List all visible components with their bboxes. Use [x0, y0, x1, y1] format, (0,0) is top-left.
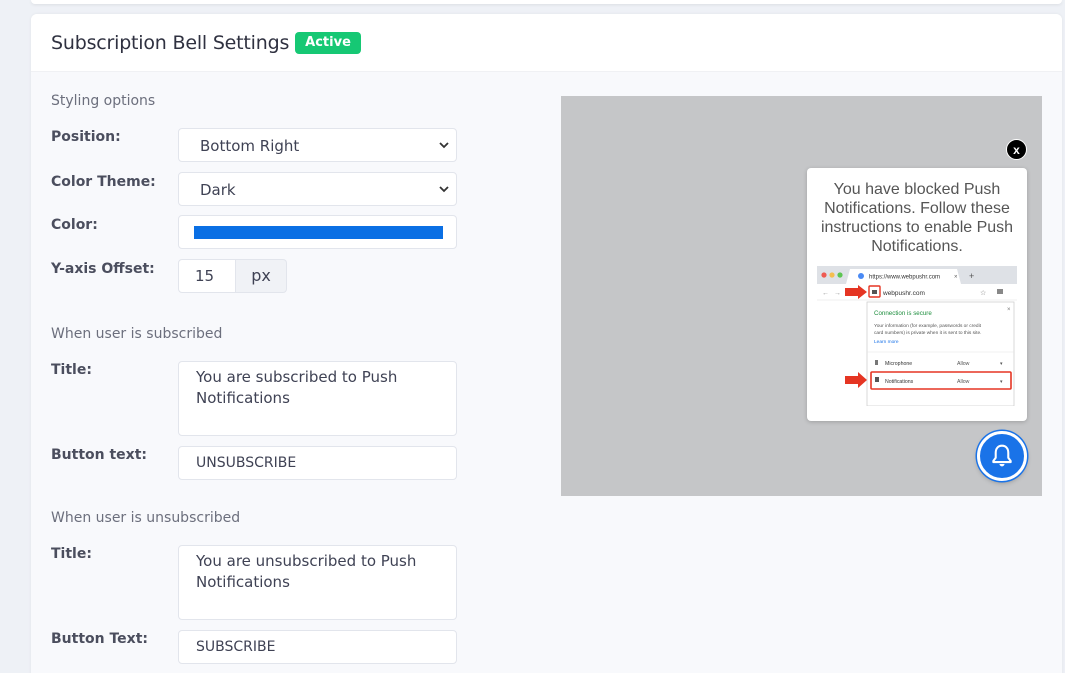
color-theme-select[interactable]: Dark — [178, 172, 457, 206]
chevron-down-icon — [439, 186, 449, 193]
subscribed-section-label: When user is subscribed — [51, 326, 223, 342]
color-theme-label: Color Theme: — [51, 174, 156, 190]
instructions-allow: Allow — [957, 361, 970, 367]
blocked-popup: You have blocked Push Notifications. Fol… — [807, 168, 1027, 421]
svg-text:Your information (for example,: Your information (for example, passwords… — [874, 323, 982, 329]
subscribed-button-field[interactable]: UNSUBSCRIBE — [178, 446, 457, 480]
card-header: Subscription Bell Settings Active — [31, 14, 1062, 72]
bell-preview: x You have blocked Push Notifications. F… — [561, 96, 1042, 496]
subscribed-title-field[interactable]: You are subscribed to Push Notifications — [178, 361, 457, 436]
instructions-url: https://www.webpushr.com — [869, 275, 940, 281]
unsubscribed-button-field[interactable]: SUBSCRIBE — [178, 630, 457, 664]
settings-card: Subscription Bell Settings Active Stylin… — [31, 14, 1062, 673]
color-theme-select-value: Dark — [200, 181, 236, 199]
instructions-microphone: Microphone — [885, 361, 912, 367]
subscribed-title-label: Title: — [51, 362, 92, 378]
svg-text:☆: ☆ — [980, 289, 986, 297]
position-label: Position: — [51, 129, 121, 145]
position-select-value: Bottom Right — [200, 137, 300, 155]
unsubscribed-button-label: Button Text: — [51, 631, 148, 647]
styling-section-label: Styling options — [51, 93, 156, 109]
status-badge: Active — [295, 32, 361, 54]
instructions-connection: Connection is secure — [874, 310, 932, 317]
position-select[interactable]: Bottom Right — [178, 128, 457, 162]
unsubscribed-title-field[interactable]: You are unsubscribed to Push Notificatio… — [178, 545, 457, 620]
instructions-screenshot: https://www.webpushr.com × + ← → webpush… — [817, 266, 1017, 406]
unsubscribed-section-label: When user is unsubscribed — [51, 510, 241, 526]
unsubscribed-title-label: Title: — [51, 546, 92, 562]
y-offset-label: Y-axis Offset: — [51, 261, 155, 277]
blocked-message: You have blocked Push Notifications. Fol… — [820, 181, 1014, 255]
y-offset-unit: px — [236, 259, 287, 293]
top-card-edge — [31, 0, 1062, 4]
color-swatch — [194, 226, 443, 239]
svg-text:Allow: Allow — [957, 379, 970, 385]
instructions-address: webpushr.com — [882, 290, 925, 297]
svg-text:←: ← — [822, 290, 829, 297]
subscribed-button-label: Button text: — [51, 447, 147, 463]
card-body: Styling options Position: Bottom Right C… — [31, 72, 1062, 673]
svg-text:+: + — [969, 271, 974, 281]
svg-text:×: × — [1007, 307, 1011, 313]
subscription-bell-button[interactable] — [977, 431, 1027, 481]
chevron-down-icon — [439, 142, 449, 149]
bell-icon — [992, 444, 1012, 467]
color-picker[interactable] — [178, 215, 457, 249]
svg-text:card numbers) is private when: card numbers) is private when it is sent… — [874, 330, 981, 336]
y-offset-input[interactable]: 15 — [178, 259, 236, 293]
instructions-learn-more: Learn more — [874, 339, 899, 345]
close-button[interactable]: x — [1006, 139, 1027, 160]
svg-text:×: × — [954, 275, 958, 281]
svg-text:→: → — [834, 290, 841, 297]
instructions-notifications: Notifications — [885, 379, 914, 385]
color-label: Color: — [51, 217, 98, 233]
page-title: Subscription Bell Settings — [51, 31, 290, 54]
